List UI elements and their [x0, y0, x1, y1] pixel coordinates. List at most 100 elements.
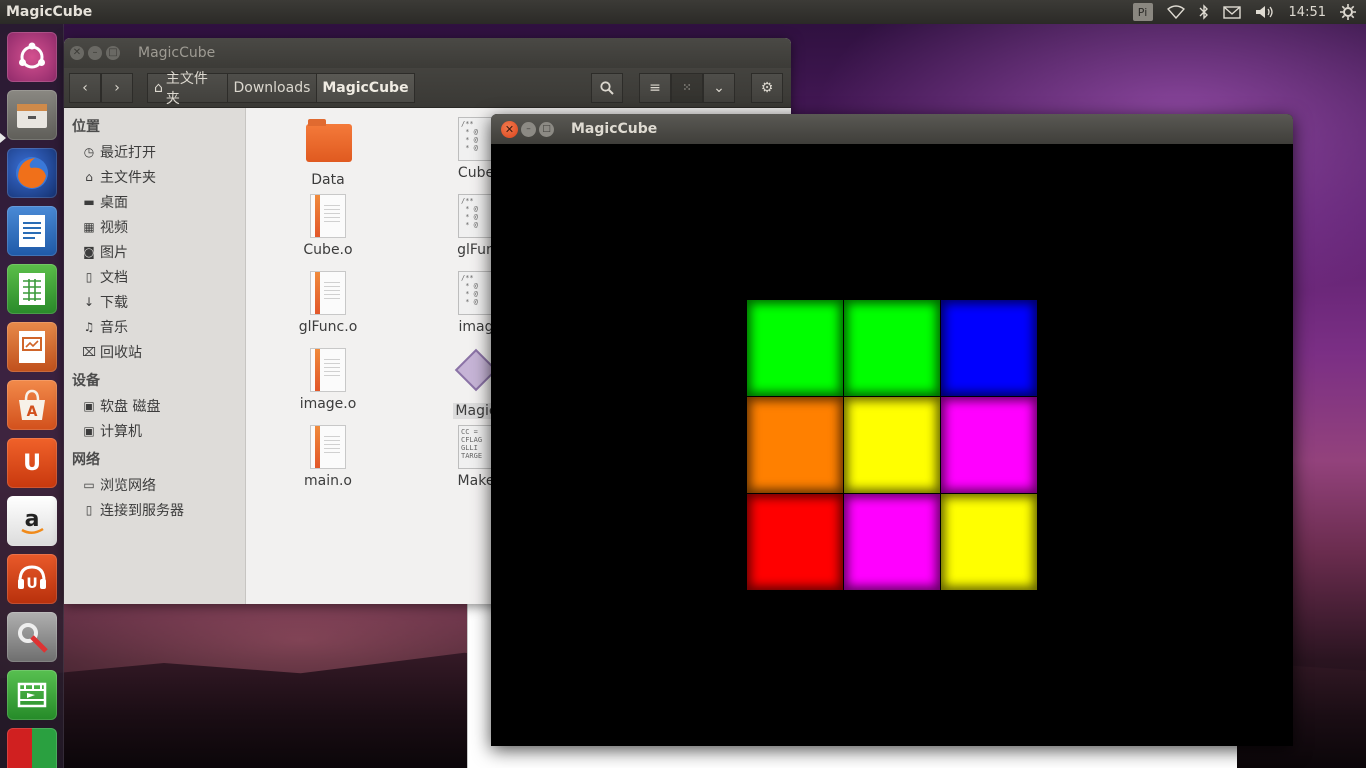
cube-tile[interactable]	[747, 397, 843, 493]
cube-tile[interactable]	[844, 397, 940, 493]
amazon-icon[interactable]: a	[7, 496, 57, 546]
cube-tile[interactable]	[844, 300, 940, 396]
file-manager-titlebar[interactable]: ✕ – □ MagicCube	[64, 38, 791, 68]
ubuntu-one-icon[interactable]: U	[7, 438, 57, 488]
bluetooth-icon[interactable]	[1199, 4, 1209, 20]
film-icon: ▦	[83, 219, 95, 234]
wifi-icon[interactable]	[1166, 5, 1185, 19]
sidebar-item-documents[interactable]: ▯ 文档	[64, 264, 245, 289]
files-icon[interactable]	[7, 90, 57, 140]
folder-icon	[306, 119, 352, 162]
libreoffice-calc-icon[interactable]	[7, 264, 57, 314]
gear-icon: ⚙	[760, 79, 774, 96]
chevron-right-icon: ›	[114, 79, 120, 96]
sidebar-item-music[interactable]: ♫ 音乐	[64, 314, 245, 339]
sidebar-item-downloads[interactable]: ↓ 下载	[64, 289, 245, 314]
sidebar-item-recent[interactable]: ◷ 最近打开	[64, 139, 245, 164]
server-icon: ▯	[85, 502, 93, 517]
maximize-icon[interactable]: □	[106, 46, 120, 60]
sidebar-heading-network: 网络	[72, 452, 100, 468]
ubuntu-one-music-icon[interactable]: U	[7, 554, 57, 604]
file-item[interactable]: Cube.o	[288, 194, 368, 258]
sidebar-item-connect-server[interactable]: ▯ 连接到服务器	[64, 497, 245, 522]
makefile-icon: CC = CFLAG GLLI TARGE	[458, 425, 494, 469]
file-item[interactable]: main.o	[288, 425, 368, 489]
search-icon	[600, 80, 614, 95]
breadcrumb-home[interactable]: ⌂ 主文件夹	[147, 71, 227, 107]
cube-tile[interactable]	[747, 494, 843, 590]
forward-button[interactable]: ›	[101, 72, 133, 103]
sidebar-item-desktop[interactable]: ▬ 桌面	[64, 189, 245, 214]
sidebar-item-label: 回收站	[100, 344, 142, 361]
camera-icon: ◙	[83, 244, 95, 259]
volume-icon[interactable]	[1255, 5, 1275, 19]
file-label: imag	[458, 319, 494, 335]
object-file-icon	[310, 194, 346, 238]
keyboard-indicator[interactable]: Pi	[1132, 3, 1153, 21]
sidebar-item-pictures[interactable]: ◙ 图片	[64, 239, 245, 264]
computer-icon: ▣	[83, 423, 95, 438]
breadcrumb-downloads[interactable]: Downloads	[227, 72, 316, 103]
close-icon[interactable]: ✕	[70, 46, 84, 60]
launcher: A U a U	[0, 24, 64, 768]
source-file-icon: /** * @ * @ * @	[458, 194, 494, 238]
cube-face[interactable]	[747, 300, 1037, 590]
sidebar-item-floppy[interactable]: ▣ 软盘 磁盘	[64, 393, 245, 418]
cube-tile[interactable]	[941, 494, 1037, 590]
sidebar-item-label: 音乐	[100, 319, 128, 336]
sidebar-item-videos[interactable]: ▦ 视频	[64, 214, 245, 239]
sidebar-item-label: 视频	[100, 219, 128, 236]
sidebar-item-label: 主文件夹	[100, 169, 156, 186]
firefox-icon[interactable]	[7, 148, 57, 198]
view-options-button[interactable]: ⌄	[703, 72, 735, 103]
magiccube-window: ✕ – □ MagicCube	[491, 114, 1293, 746]
breadcrumb-magiccube-label: MagicCube	[322, 79, 409, 96]
sidebar-item-label: 文档	[100, 269, 128, 286]
breadcrumb-magiccube[interactable]: MagicCube	[315, 72, 415, 103]
sidebar-item-browse-network[interactable]: ▭ 浏览网络	[64, 472, 245, 497]
ubuntu-dash-icon[interactable]	[7, 32, 57, 82]
magiccube-titlebar[interactable]: ✕ – □ MagicCube	[491, 114, 1293, 144]
minimize-icon[interactable]: –	[88, 46, 102, 60]
cube-tile[interactable]	[941, 300, 1037, 396]
software-center-icon[interactable]: A	[7, 380, 57, 430]
chevron-down-icon: ⌄	[713, 79, 725, 96]
breadcrumb-downloads-label: Downloads	[233, 79, 311, 96]
svg-text:A: A	[27, 404, 38, 420]
sidebar-item-label: 下载	[100, 294, 128, 311]
source-file-icon: /** * @ * @ * @	[458, 117, 494, 161]
object-file-icon	[310, 425, 346, 469]
minimize-icon[interactable]: –	[521, 121, 536, 137]
search-button[interactable]	[591, 72, 623, 103]
libreoffice-writer-icon[interactable]	[7, 206, 57, 256]
music-icon: ♫	[83, 319, 95, 334]
cube-tile[interactable]	[844, 494, 940, 590]
svg-text:U: U	[26, 576, 37, 592]
cube-tile[interactable]	[941, 397, 1037, 493]
maximize-icon[interactable]: □	[539, 121, 554, 137]
file-label: image.o	[299, 396, 357, 412]
file-item[interactable]: Data	[288, 119, 368, 188]
grid-view-button[interactable]: ⁙	[671, 72, 703, 103]
system-settings-icon[interactable]	[7, 612, 57, 662]
workspace-switcher-icon[interactable]	[7, 728, 57, 768]
cube-tile[interactable]	[747, 300, 843, 396]
libreoffice-impress-icon[interactable]	[7, 322, 57, 372]
mail-icon[interactable]	[1222, 5, 1241, 19]
file-label: Cube	[457, 165, 495, 181]
gear-icon[interactable]	[1340, 4, 1356, 20]
sidebar-item-home[interactable]: ⌂ 主文件夹	[64, 164, 245, 189]
file-manager-toolbar: ‹ › ⌂ 主文件夹 Downloads MagicCube ≡ ⁙ ⌄ ⚙	[64, 68, 791, 108]
file-item[interactable]: glFunc.o	[288, 271, 368, 335]
list-view-button[interactable]: ≡	[639, 72, 671, 103]
file-item[interactable]: image.o	[288, 348, 368, 412]
settings-button[interactable]: ⚙	[751, 72, 783, 103]
video-editor-icon[interactable]	[7, 670, 57, 720]
sidebar-item-computer[interactable]: ▣ 计算机	[64, 418, 245, 443]
sidebar-item-trash[interactable]: ⌧ 回收站	[64, 339, 245, 364]
opengl-canvas[interactable]	[491, 144, 1293, 746]
close-icon[interactable]: ✕	[501, 120, 518, 138]
sidebar-item-label: 桌面	[100, 194, 128, 211]
clock[interactable]: 14:51	[1289, 5, 1326, 20]
back-button[interactable]: ‹	[69, 72, 101, 103]
